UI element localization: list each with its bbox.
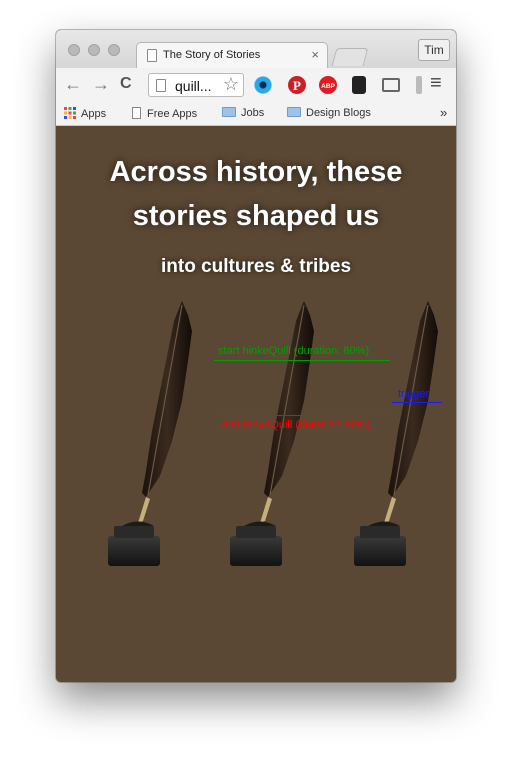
close-window-button[interactable] bbox=[68, 44, 80, 56]
folder-icon bbox=[287, 107, 301, 117]
back-button[interactable]: ← bbox=[64, 74, 82, 94]
page-icon bbox=[147, 49, 157, 62]
bookmark-star-icon[interactable]: ☆ bbox=[223, 74, 239, 95]
abp-glyph-icon: ABP bbox=[321, 83, 335, 90]
headline-line-2: stories shaped us bbox=[132, 200, 380, 232]
bookmark-label: Jobs bbox=[241, 107, 265, 119]
bookmark-label: Apps bbox=[81, 108, 107, 120]
browser-toolbar: ← → C quill... ☆ P ABP ≡ bbox=[56, 68, 456, 102]
reload-button[interactable]: C bbox=[120, 74, 132, 94]
bookmarks-bar: Apps Free Apps Jobs Design Blogs » bbox=[56, 102, 456, 126]
end-marker-label: end moveQuill (duration: 80%) bbox=[222, 419, 371, 431]
browser-window: The Story of Stories × Tim ← → C quill..… bbox=[56, 30, 456, 682]
extension-overflow-icon[interactable] bbox=[416, 76, 422, 94]
minimize-window-button[interactable] bbox=[88, 44, 100, 56]
svg-text:ABP: ABP bbox=[321, 83, 335, 90]
forward-button[interactable]: → bbox=[92, 74, 110, 94]
apps-grid-icon bbox=[64, 107, 76, 119]
tab-active[interactable]: The Story of Stories × bbox=[136, 42, 328, 68]
bookmarks-overflow-button[interactable]: » bbox=[440, 105, 447, 120]
pinterest-glyph-icon: P bbox=[293, 78, 301, 93]
bookmark-apps[interactable]: Apps bbox=[64, 107, 106, 120]
bookmark-free-apps[interactable]: Free Apps bbox=[132, 107, 197, 120]
quill-inkwell-illustration-3 bbox=[354, 301, 438, 566]
page-content: Across history, these stories shaped us … bbox=[56, 126, 456, 682]
adblock-plus-icon[interactable]: ABP bbox=[319, 76, 337, 94]
bookmark-label: Design Blogs bbox=[306, 107, 371, 119]
end-marker-line bbox=[214, 415, 390, 416]
address-bar[interactable]: quill... ☆ bbox=[148, 73, 244, 97]
bookmark-design-blogs[interactable]: Design Blogs bbox=[287, 107, 371, 119]
menu-icon[interactable]: ≡ bbox=[430, 73, 442, 93]
trigger-marker-label: trigger bbox=[398, 388, 430, 400]
page-subheading: into cultures & tribes bbox=[160, 256, 352, 277]
address-text: quill... bbox=[175, 78, 212, 94]
title-bar: The Story of Stories × Tim bbox=[56, 30, 456, 68]
eye-extension-icon[interactable] bbox=[254, 76, 272, 94]
page-icon bbox=[132, 107, 141, 119]
zoom-window-button[interactable] bbox=[108, 44, 120, 56]
pinterest-icon[interactable]: P bbox=[288, 76, 306, 94]
headline-line-1: Across history, these bbox=[109, 156, 403, 188]
quill-inkwell-illustration-1 bbox=[108, 301, 192, 566]
cast-icon[interactable] bbox=[382, 78, 400, 92]
bookmark-jobs[interactable]: Jobs bbox=[222, 107, 264, 119]
owl-extension-icon[interactable] bbox=[352, 76, 366, 94]
trigger-marker-line bbox=[392, 402, 442, 403]
page-headline: Across history, these stories shaped us bbox=[56, 150, 456, 238]
folder-icon bbox=[222, 107, 236, 117]
tab-title: The Story of Stories bbox=[163, 49, 261, 61]
svg-text:P: P bbox=[293, 78, 301, 93]
start-marker-label: start hinkeQuill (duration: 80%) bbox=[218, 345, 370, 357]
start-marker-line bbox=[214, 360, 390, 361]
quill-inkwell-illustration-2 bbox=[230, 301, 314, 566]
tab-close-icon[interactable]: × bbox=[311, 47, 319, 62]
new-tab-button[interactable] bbox=[331, 48, 369, 66]
profile-button[interactable]: Tim bbox=[418, 39, 450, 61]
page-icon bbox=[156, 79, 166, 92]
bookmark-label: Free Apps bbox=[147, 108, 198, 120]
